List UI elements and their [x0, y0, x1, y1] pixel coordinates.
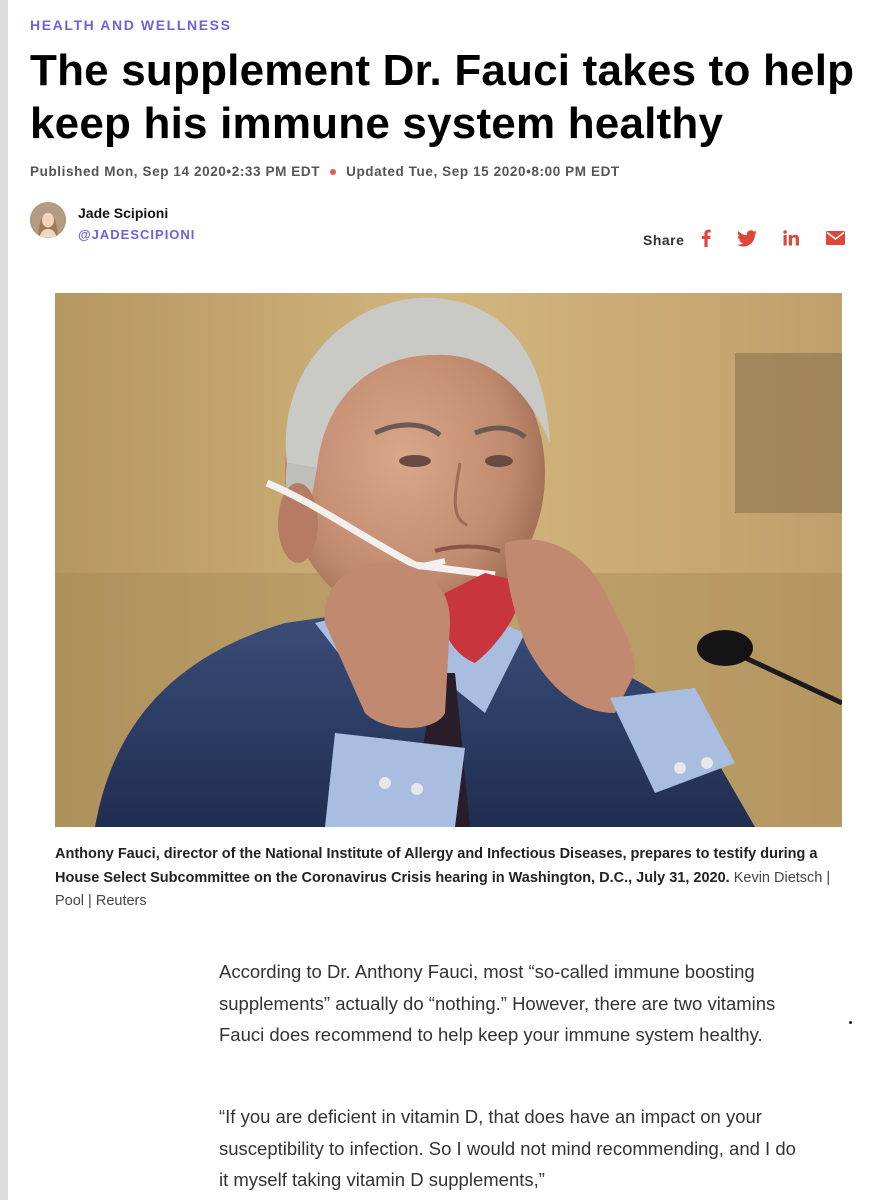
author-handle-link[interactable]: @JADESCIPIONI: [78, 227, 195, 242]
caption-text: Anthony Fauci, director of the National …: [55, 846, 818, 886]
section-kicker-link[interactable]: HEALTH AND WELLNESS: [30, 17, 232, 33]
article-timestamps: Published Mon, Sep 14 2020•2:33 PM EDT U…: [30, 164, 620, 179]
email-icon[interactable]: [824, 228, 846, 248]
share-label: Share: [643, 232, 685, 248]
linkedin-icon[interactable]: [780, 228, 802, 248]
separator-dot: [330, 168, 337, 175]
published-time: Published Mon, Sep 14 2020•2:33 PM EDT: [30, 164, 321, 179]
article-paragraph: “If you are deficient in vitamin D, that…: [219, 1106, 796, 1190]
author-name[interactable]: Jade Scipioni: [78, 205, 168, 221]
author-avatar[interactable]: [30, 202, 66, 238]
article-headline: The supplement Dr. Fauci takes to help k…: [30, 46, 855, 148]
facebook-icon[interactable]: [695, 228, 717, 248]
stray-dot: [849, 1021, 852, 1024]
window-edge: [0, 0, 8, 1200]
updated-time: Updated Tue, Sep 15 2020•8:00 PM EDT: [346, 164, 620, 179]
twitter-icon[interactable]: [736, 228, 758, 248]
article-paragraph: According to Dr. Anthony Fauci, most “so…: [219, 961, 776, 1045]
article-hero-image: [55, 293, 842, 827]
image-caption: Anthony Fauci, director of the National …: [55, 843, 845, 914]
